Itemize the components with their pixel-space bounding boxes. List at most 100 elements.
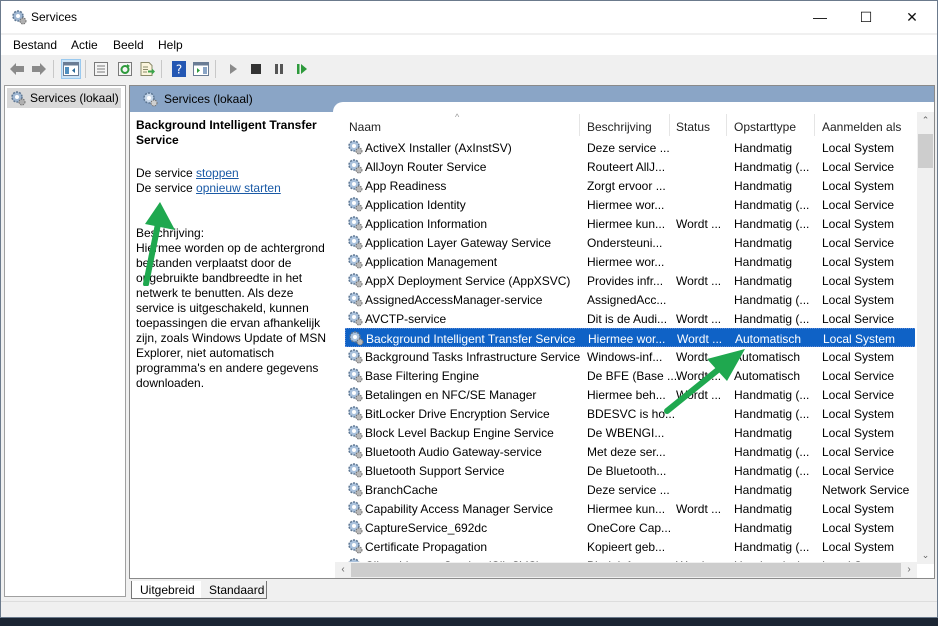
service-description: Kopieert geb... — [587, 540, 666, 554]
table-row[interactable]: Bluetooth Audio Gateway-service Met deze … — [345, 442, 915, 461]
stop-service-link[interactable]: stoppen — [196, 166, 239, 180]
column-divider[interactable] — [814, 114, 815, 136]
show-action-pane-button[interactable] — [191, 59, 211, 79]
maximize-button[interactable]: ☐ — [843, 1, 889, 33]
column-header-name[interactable]: Naam — [349, 120, 381, 134]
properties-button[interactable] — [91, 59, 111, 79]
service-description: Routeert AllJ... — [587, 160, 666, 174]
service-description: Windows-inf... — [587, 350, 663, 364]
vertical-scrollbar[interactable]: ⌃ ⌄ — [917, 112, 934, 564]
column-divider[interactable] — [726, 114, 727, 136]
selected-service-title: Background Intelligent Transfer Service — [136, 118, 317, 147]
table-row[interactable]: AllJoyn Router Service Routeert AllJ... Ha… — [345, 157, 915, 176]
table-row[interactable]: AssignedAccessManager-service AssignedAcc… — [345, 290, 915, 309]
table-row[interactable]: App Readiness Zorgt ervoor ... Handmatig Lo… — [345, 176, 915, 195]
scroll-down-icon[interactable]: ⌄ — [917, 547, 934, 564]
restart-service-button[interactable] — [292, 59, 312, 79]
tab-standard[interactable]: Standaard — [201, 581, 267, 599]
export-list-button[interactable] — [137, 59, 157, 79]
help-button[interactable]: ? — [169, 59, 189, 79]
service-startup-type: Handmatig — [734, 255, 793, 269]
service-description: De Bluetooth... — [587, 464, 667, 478]
table-row[interactable]: Betalingen en NFC/SE Manager Hiermee beh.… — [345, 385, 915, 404]
service-startup-type: Handmatig (... — [734, 388, 810, 402]
table-row[interactable]: ActiveX Installer (AxInstSV) Deze service… — [345, 138, 915, 157]
toolbar-separator — [53, 60, 54, 78]
table-row[interactable]: Application Identity Hiermee wor... Handma… — [345, 195, 915, 214]
column-header-log-on-as[interactable]: Aanmelden als — [822, 120, 901, 134]
vertical-scroll-thumb[interactable] — [918, 134, 933, 168]
column-header-startup-type[interactable]: Opstarttype — [734, 120, 796, 134]
column-header-status[interactable]: Status — [676, 120, 710, 134]
table-row[interactable]: AppX Deployment Service (AppXSVC) Provide… — [345, 271, 915, 290]
table-row[interactable]: Bluetooth Support Service De Bluetooth...… — [345, 461, 915, 480]
service-startup-type: Automatisch — [734, 369, 801, 383]
service-name: Background Tasks Infrastructure Service — [365, 350, 581, 364]
forward-button[interactable] — [29, 59, 49, 79]
table-row[interactable]: CaptureService_692dc OneCore Cap... Handma… — [345, 518, 915, 537]
scroll-up-icon[interactable]: ⌃ — [917, 112, 934, 129]
column-divider[interactable] — [669, 114, 670, 136]
service-log-on-as: Local Service — [822, 388, 895, 402]
service-name: Application Layer Gateway Service — [365, 236, 552, 250]
service-status: Wordt ... — [676, 312, 722, 326]
restart-service-link[interactable]: opnieuw starten — [196, 181, 281, 195]
tree-item-services-local[interactable]: Services (lokaal) — [7, 88, 121, 108]
horizontal-scroll-thumb[interactable] — [351, 563, 901, 577]
table-row[interactable]: BranchCache Deze service ... Handmatig Netw… — [345, 480, 915, 499]
service-gear-icon — [347, 196, 363, 212]
show-hide-console-tree-button[interactable] — [61, 59, 81, 79]
menu-beeld[interactable]: Beeld — [113, 38, 144, 52]
pause-service-button[interactable] — [269, 59, 289, 79]
column-divider[interactable] — [579, 114, 580, 136]
services-gear-icon — [143, 92, 158, 107]
service-name: CaptureService_692dc — [365, 521, 488, 535]
minimize-button[interactable]: — — [797, 1, 843, 33]
menu-bestand[interactable]: Bestand — [13, 38, 57, 52]
service-startup-type: Automatisch — [735, 332, 802, 346]
services-rows: ActiveX Installer (AxInstSV) Deze service… — [333, 138, 915, 563]
table-row[interactable]: Base Filtering Engine De BFE (Base ... Wor… — [345, 366, 915, 385]
refresh-icon — [118, 62, 132, 76]
service-startup-type: Handmatig (... — [734, 160, 810, 174]
toolbar-separator — [85, 60, 86, 78]
service-description: Deze service ... — [587, 483, 670, 497]
table-row[interactable]: Application Management Hiermee wor... Hand… — [345, 252, 915, 271]
table-row[interactable]: BitLocker Drive Encryption Service BDESVC… — [345, 404, 915, 423]
stop-action-line: De service stoppen — [136, 166, 327, 181]
table-row[interactable]: Background Tasks Infrastructure Service W… — [345, 347, 915, 366]
service-gear-icon — [347, 310, 363, 326]
table-row[interactable]: Certificate Propagation Kopieert geb... Ha… — [345, 537, 915, 556]
play-icon — [230, 64, 237, 74]
table-row[interactable]: Application Layer Gateway Service Onderst… — [345, 233, 915, 252]
service-name: BitLocker Drive Encryption Service — [365, 407, 550, 421]
scroll-right-icon[interactable]: › — [901, 562, 917, 578]
table-row[interactable]: Application Information Hiermee kun... Wor… — [345, 214, 915, 233]
start-service-button[interactable] — [223, 59, 243, 79]
service-startup-type: Handmatig (... — [734, 464, 810, 478]
service-gear-icon — [347, 177, 363, 193]
service-gear-icon — [347, 367, 363, 383]
services-gear-icon — [12, 10, 27, 25]
stop-service-button[interactable] — [246, 59, 266, 79]
menu-help[interactable]: Help — [158, 38, 183, 52]
back-button[interactable] — [7, 59, 27, 79]
table-row-selected[interactable]: Background Intelligent Transfer Service H… — [345, 328, 915, 347]
column-header-description[interactable]: Beschrijving — [587, 120, 652, 134]
list-header: ^ Naam Beschrijving Status Opstarttype A… — [333, 112, 915, 138]
tab-extended[interactable]: Uitgebreid — [131, 581, 201, 599]
close-button[interactable]: ✕ — [889, 1, 935, 33]
action-pane-icon — [193, 62, 209, 76]
service-startup-type: Handmatig (... — [734, 445, 810, 459]
table-row[interactable]: Capability Access Manager Service Hiermee… — [345, 499, 915, 518]
close-icon: ✕ — [906, 8, 918, 25]
service-gear-icon — [347, 291, 363, 307]
service-startup-type: Handmatig — [734, 521, 793, 535]
scroll-left-icon[interactable]: ‹ — [335, 562, 351, 578]
refresh-button[interactable] — [115, 59, 135, 79]
service-startup-type: Handmatig (... — [734, 407, 810, 421]
horizontal-scrollbar[interactable]: ‹ › — [335, 562, 917, 578]
table-row[interactable]: Block Level Backup Engine Service De WBEN… — [345, 423, 915, 442]
menu-actie[interactable]: Actie — [71, 38, 98, 52]
table-row[interactable]: AVCTP-service Dit is de Audi... Wordt ... H… — [345, 309, 915, 328]
